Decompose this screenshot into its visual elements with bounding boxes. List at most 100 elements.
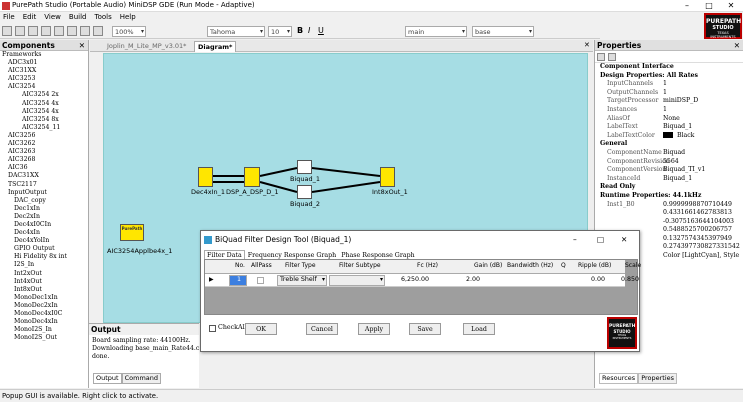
tree-item[interactable]: I2S_In <box>0 261 88 269</box>
property-row[interactable]: ComponentName Biquad <box>595 149 743 158</box>
tree-item[interactable]: AIC3254_11 <box>0 124 88 132</box>
tree-item[interactable]: Frameworks <box>0 51 88 59</box>
biquad1-block[interactable] <box>297 160 312 174</box>
dialog-minimize-button[interactable]: – <box>573 231 577 249</box>
paste-icon[interactable] <box>67 26 77 36</box>
property-row[interactable]: ComponentRevision 5564 <box>595 158 743 167</box>
tab-resources[interactable]: Resources <box>599 373 639 384</box>
cell-gain[interactable]: 2.00 <box>466 276 480 283</box>
tab-diagram[interactable]: Diagram* <box>194 41 237 52</box>
save-icon[interactable] <box>28 26 38 36</box>
save-button[interactable]: Save <box>409 323 441 335</box>
tree-item[interactable]: MonoDec4xIn <box>0 318 88 326</box>
font-combo[interactable]: Tahoma ▾ <box>207 26 265 37</box>
menu-edit[interactable]: Edit <box>20 12 42 21</box>
tab-properties[interactable]: Properties <box>638 373 678 384</box>
zoom-icon[interactable] <box>93 26 103 36</box>
main-combo[interactable]: main ▾ <box>405 26 467 37</box>
property-row[interactable]: InputChannels 1 <box>595 80 743 89</box>
tree-item[interactable]: Dec4xIn <box>0 229 88 237</box>
ok-button[interactable]: OK <box>245 323 277 335</box>
tree-item[interactable]: Hi Fidelity 8x int <box>0 253 88 261</box>
tree-item[interactable]: MonoI2S_Out <box>0 334 88 342</box>
property-row[interactable]: 0.4331661462783813 <box>595 209 743 218</box>
tree-item[interactable]: ADC3x01 <box>0 59 88 67</box>
filter-type-select[interactable]: Treble Shelf ▾ <box>277 275 327 286</box>
property-category[interactable]: Design Properties: All Rates <box>595 72 743 81</box>
tree-item[interactable]: AIC3256 <box>0 132 88 140</box>
tree-item[interactable]: Dec4xYolIn <box>0 237 88 245</box>
cell-scale[interactable]: 0.8505716... <box>621 276 639 283</box>
filter-row[interactable]: ▶ 1 Treble Shelf ▾ ▾ 6,250.00 2.00 0.00 0… <box>205 274 639 287</box>
dialog-maximize-button[interactable]: □ <box>597 231 604 249</box>
checkall-checkbox[interactable] <box>209 325 216 332</box>
font-size-combo[interactable]: 10 ▾ <box>268 26 292 37</box>
tree-item[interactable]: DAC31XX <box>0 172 88 180</box>
maximize-button[interactable]: □ <box>698 0 720 12</box>
cell-fc[interactable]: 6,250.00 <box>401 276 429 283</box>
property-row[interactable]: LabelText Biquad_1 <box>595 123 743 132</box>
menu-build[interactable]: Build <box>66 12 92 21</box>
tree-item[interactable]: MonoDec1xIn <box>0 294 88 302</box>
categorized-icon[interactable] <box>597 53 605 61</box>
tree-item[interactable]: MonoDec2xIn <box>0 302 88 310</box>
cancel-button[interactable]: Cancel <box>306 323 338 335</box>
pointer-icon[interactable] <box>80 26 90 36</box>
menu-file[interactable]: File <box>0 12 20 21</box>
allpass-checkbox[interactable] <box>257 277 264 284</box>
tree-item[interactable]: Dec1xIn <box>0 205 88 213</box>
tree-item[interactable]: InputOutput <box>0 189 88 197</box>
load-button[interactable]: Load <box>463 323 495 335</box>
bold-button[interactable]: B <box>297 26 303 35</box>
filter-subtype-select[interactable]: ▾ <box>329 275 385 286</box>
dsp-block[interactable] <box>244 167 260 187</box>
tree-item[interactable]: AIC3263 <box>0 148 88 156</box>
tree-item[interactable]: AIC3254 <box>0 83 88 91</box>
tree-item[interactable]: AIC3254 4x <box>0 108 88 116</box>
property-row[interactable]: Inst1_B0 0.9999998870710449 <box>595 201 743 210</box>
menu-tools[interactable]: Tools <box>91 12 116 21</box>
tree-item[interactable]: AIC31XX <box>0 67 88 75</box>
close-doc-icon[interactable]: ✕ <box>584 41 590 49</box>
alphabetical-icon[interactable] <box>608 53 616 61</box>
tree-item[interactable]: Int4xOut <box>0 278 88 286</box>
property-row[interactable]: LabelTextColor Black <box>595 132 743 141</box>
property-row[interactable]: OutputChannels 1 <box>595 89 743 98</box>
new-icon[interactable] <box>2 26 12 36</box>
dialog-close-button[interactable]: ✕ <box>621 231 627 249</box>
menu-help[interactable]: Help <box>117 12 141 21</box>
tree-item[interactable]: GPIO Output <box>0 245 88 253</box>
tree-item[interactable]: AIC3254 2x <box>0 91 88 99</box>
tree-item[interactable]: Dec4xI0CIn <box>0 221 88 229</box>
menu-view[interactable]: View <box>41 12 66 21</box>
underline-button[interactable]: U <box>318 26 324 35</box>
copy-icon[interactable] <box>54 26 64 36</box>
biquad2-block[interactable] <box>297 185 312 199</box>
property-category[interactable]: General <box>595 140 743 149</box>
tree-item[interactable]: Int8xOut <box>0 286 88 294</box>
property-row[interactable]: -0.3075163644104003 <box>595 218 743 227</box>
tree-item[interactable]: AIC36 <box>0 164 88 172</box>
property-category[interactable]: Read Only <box>595 183 743 192</box>
apply-button[interactable]: Apply <box>358 323 390 335</box>
property-category[interactable]: Component Interface <box>595 63 743 72</box>
cell-no[interactable]: 1 <box>229 275 247 286</box>
tree-item[interactable]: DAC_copy <box>0 197 88 205</box>
tree-item[interactable]: Dec2xIn <box>0 213 88 221</box>
property-row[interactable]: TargetProcessor miniDSP_D <box>595 97 743 106</box>
tree-item[interactable]: Int2xOut <box>0 270 88 278</box>
tab-joplin[interactable]: Joplin_M_Lite_MP_v3.01* <box>104 41 189 52</box>
property-row[interactable]: ComponentVersion Biquad_TI_v1 <box>595 166 743 175</box>
italic-button[interactable]: I <box>308 26 310 35</box>
close-button[interactable]: ✕ <box>720 0 742 12</box>
aic-apple-block[interactable]: PurePath <box>120 224 144 241</box>
open-icon[interactable] <box>15 26 25 36</box>
tree-item[interactable]: AIC3253 <box>0 75 88 83</box>
minimize-button[interactable]: – <box>676 0 698 12</box>
tree-item[interactable]: AIC3262 <box>0 140 88 148</box>
tree-item[interactable]: TSC2117 <box>0 181 88 189</box>
property-row[interactable]: InstanceId Biquad_1 <box>595 175 743 184</box>
property-row[interactable]: Instances 1 <box>595 106 743 115</box>
base-combo[interactable]: base ▾ <box>472 26 534 37</box>
property-category[interactable]: Runtime Properties: 44.1kHz <box>595 192 743 201</box>
